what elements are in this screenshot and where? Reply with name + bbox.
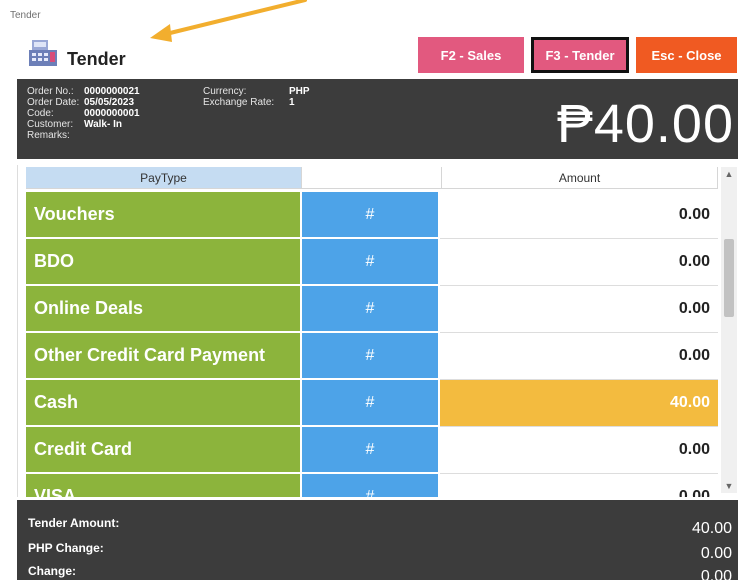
order-no-label: Order No.: [27,86,74,97]
paytype-cell[interactable]: Credit Card [26,427,302,474]
amount-cell[interactable]: 0.00 [440,286,718,333]
vertical-scrollbar[interactable]: ▲ ▼ [721,167,737,493]
table-row[interactable]: Online Deals # 0.00 [26,286,718,333]
hash-button[interactable]: # [302,333,440,380]
hash-button[interactable]: # [302,427,440,474]
remarks-label: Remarks: [27,130,70,141]
hash-button[interactable]: # [302,239,440,286]
sales-button[interactable]: F2 - Sales [418,37,524,73]
customer-label: Customer: [27,119,74,130]
exchange-rate-label: Exchange Rate: [203,97,275,108]
window-title: Tender [10,10,41,21]
code-value: 0000000001 [84,108,140,119]
amount-cell[interactable]: 0.00 [440,239,718,286]
table-row[interactable]: Cash # 40.00 [26,380,718,427]
paytype-cell[interactable]: Other Credit Card Payment [26,333,302,380]
chevron-down-icon[interactable]: ▼ [721,479,737,493]
tender-amount-label: Tender Amount: [28,516,120,530]
page-title: Tender [67,49,126,69]
amount-cell[interactable]: 0.00 [440,333,718,380]
chevron-up-icon[interactable]: ▲ [721,167,737,181]
order-no-value: 0000000021 [84,86,140,97]
order-date-label: Order Date: [27,97,80,108]
amount-cell[interactable]: 0.00 [440,474,718,497]
totals-footer: Tender Amount: 40.00 PHP Change: 0.00 Ch… [17,500,738,584]
currency-details: Currency: PHP Exchange Rate: 1 [203,86,310,108]
table-rows: Vouchers # 0.00 BDO # 0.00 Online Deals … [26,192,718,497]
hash-button[interactable]: # [302,380,440,427]
paytype-cell[interactable]: Online Deals [26,286,302,333]
paytype-cell[interactable]: Vouchers [26,192,302,239]
order-date-value: 05/05/2023 [84,97,135,108]
change-row: Change: 0.00 [28,556,732,584]
paytype-table: PayType Amount Vouchers # 0.00 BDO # 0.0… [17,165,738,497]
exchange-rate-value: 1 [289,97,295,108]
hash-button[interactable]: # [302,286,440,333]
column-header-hash[interactable] [302,167,442,189]
order-details: Order No.: 0000000021 Order Date: 05/05/20… [27,86,140,141]
close-button[interactable]: Esc - Close [636,37,737,73]
php-change-label: PHP Change: [28,541,104,555]
hash-button[interactable]: # [302,192,440,239]
amount-cell[interactable]: 40.00 [440,380,718,427]
table-row[interactable]: Vouchers # 0.00 [26,192,718,239]
customer-value: Walk- In [84,119,122,130]
table-row[interactable]: VISA # 0.00 [26,474,718,497]
hash-button[interactable]: # [302,474,440,497]
paytype-cell[interactable]: BDO [26,239,302,286]
column-header-amount[interactable]: Amount [442,167,718,189]
tender-button[interactable]: F3 - Tender [531,37,629,73]
paytype-cell[interactable]: VISA [26,474,302,497]
code-label: Code: [27,108,54,119]
order-info-panel: Order No.: 0000000021 Order Date: 05/05/20… [17,79,738,159]
cash-register-icon [29,40,57,66]
column-header-paytype[interactable]: PayType [26,167,302,189]
table-row[interactable]: BDO # 0.00 [26,239,718,286]
change-value: 0.00 [700,568,732,584]
change-label: Change: [28,564,76,578]
currency-value: PHP [289,86,310,97]
amount-cell[interactable]: 0.00 [440,427,718,474]
scroll-thumb[interactable] [724,239,734,317]
paytype-cell[interactable]: Cash [26,380,302,427]
table-row[interactable]: Other Credit Card Payment # 0.00 [26,333,718,380]
total-amount: ₱40.00 [556,94,734,154]
currency-label: Currency: [203,86,247,97]
table-header: PayType Amount [26,167,718,189]
amount-cell[interactable]: 0.00 [440,192,718,239]
table-row[interactable]: Credit Card # 0.00 [26,427,718,474]
